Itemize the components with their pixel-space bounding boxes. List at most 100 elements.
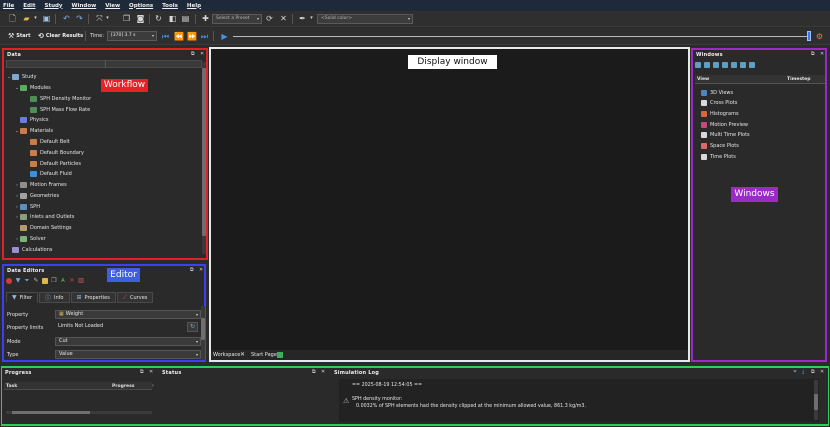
window-tool-icon[interactable] bbox=[695, 62, 701, 68]
tree-item[interactable]: Default Fluid bbox=[30, 169, 72, 179]
add-icon[interactable]: ✚ bbox=[201, 14, 210, 23]
rewind-icon[interactable]: ⏪ bbox=[174, 32, 184, 41]
sort-icon[interactable] bbox=[42, 278, 48, 284]
close-icon[interactable]: ✕ bbox=[820, 369, 824, 375]
float-icon[interactable]: ⧉ bbox=[140, 369, 144, 375]
tree-item[interactable]: › Geometries bbox=[14, 191, 59, 201]
time-select[interactable]: [370] 3.7 s ▾ bbox=[107, 31, 157, 41]
tree-item[interactable]: Default Particles bbox=[30, 159, 81, 169]
refresh-icon[interactable]: ⟳ bbox=[265, 14, 274, 23]
window-item[interactable]: 3D Views bbox=[701, 88, 733, 97]
camera-icon[interactable]: ◙ bbox=[136, 14, 145, 23]
window-tool-icon[interactable] bbox=[704, 62, 710, 68]
menu-tools[interactable]: Tools bbox=[162, 3, 178, 9]
window-tool-icon[interactable] bbox=[722, 62, 728, 68]
window-item[interactable]: Time Plots bbox=[701, 152, 736, 161]
column-header-timestep[interactable]: Timestep bbox=[787, 77, 810, 82]
tree-item[interactable]: ⌄ Modules bbox=[14, 83, 51, 93]
tree-item[interactable]: ⌄ Materials bbox=[14, 126, 53, 136]
tree-item[interactable]: Default Boundary bbox=[30, 148, 84, 158]
remove-icon[interactable]: ✕ bbox=[69, 278, 75, 284]
preset-select[interactable]: Select a Preset ▾ bbox=[212, 14, 262, 24]
log-scrollbar[interactable] bbox=[814, 380, 818, 420]
float-icon[interactable]: ⧉ bbox=[312, 369, 316, 375]
display-window[interactable]: Display window Workspace ✕ Start Page bbox=[209, 47, 690, 362]
window-tool-icon[interactable] bbox=[740, 62, 746, 68]
text-icon[interactable]: A bbox=[60, 278, 66, 284]
tree-scrollbar[interactable] bbox=[202, 62, 206, 254]
delete-all-icon[interactable]: ▥ bbox=[78, 278, 84, 284]
filter-icon[interactable]: ▼ bbox=[15, 278, 21, 284]
menu-study[interactable]: Study bbox=[44, 3, 62, 9]
tree-item[interactable]: › Motion Frames bbox=[14, 180, 67, 190]
close-icon[interactable]: ✕ bbox=[149, 369, 153, 375]
fast-forward-icon[interactable]: ⏩ bbox=[187, 32, 197, 41]
tree-item[interactable]: Calculations bbox=[12, 245, 53, 255]
window-item[interactable]: Space Plots bbox=[701, 141, 739, 150]
editor-scrollbar[interactable] bbox=[201, 306, 205, 360]
search-input[interactable] bbox=[6, 60, 202, 68]
property-select[interactable]: ▦ Weight ▾ bbox=[55, 310, 201, 319]
color-dropdown-icon[interactable]: ▾ bbox=[307, 14, 316, 23]
close-icon[interactable]: ✕ bbox=[321, 369, 325, 375]
menu-edit[interactable]: Edit bbox=[23, 3, 35, 9]
window-item[interactable]: Motion Preview bbox=[701, 120, 748, 129]
close-icon[interactable]: ✕ bbox=[279, 14, 288, 23]
rotate-view-icon[interactable]: ↻ bbox=[154, 14, 163, 23]
type-select[interactable]: Value ▾ bbox=[55, 350, 201, 359]
clear-results-button[interactable]: ⟲ Clear Results bbox=[38, 32, 83, 40]
mode-select[interactable]: Cut ▾ bbox=[55, 337, 201, 346]
tab-filter[interactable]: ▼ Filter bbox=[6, 292, 39, 303]
close-icon[interactable]: ✕ bbox=[820, 51, 824, 57]
window-tool-icon[interactable] bbox=[713, 62, 719, 68]
timeline-track[interactable] bbox=[233, 36, 808, 37]
float-icon[interactable]: ⧉ bbox=[191, 51, 195, 57]
color-select[interactable]: <Solid color> ▾ bbox=[317, 14, 413, 24]
open-dropdown-icon[interactable]: ▾ bbox=[31, 14, 40, 23]
menu-window[interactable]: Window bbox=[72, 3, 97, 9]
tree-item[interactable]: › Solver bbox=[14, 234, 46, 244]
record-icon[interactable] bbox=[6, 278, 12, 284]
start-button[interactable]: ⚒ Start bbox=[8, 32, 31, 40]
paint-icon[interactable]: ✎ bbox=[33, 278, 39, 284]
box-view-icon[interactable]: ◧ bbox=[168, 14, 177, 23]
play-icon[interactable]: ▶ bbox=[220, 32, 229, 41]
undo-icon[interactable]: ↶ bbox=[62, 14, 71, 23]
refresh-icon[interactable]: ↻ bbox=[187, 322, 198, 332]
column-header-task[interactable]: Task bbox=[6, 384, 17, 389]
close-icon[interactable]: ✕ bbox=[199, 267, 203, 273]
tree-item[interactable]: SPH Density Monitor bbox=[30, 94, 91, 104]
window-tool-icon[interactable] bbox=[749, 62, 755, 68]
menu-options[interactable]: Options bbox=[129, 3, 153, 9]
tab-start-page[interactable]: Start Page bbox=[251, 352, 277, 358]
window-item[interactable]: Multi Time Plots bbox=[701, 130, 750, 139]
first-frame-icon[interactable]: ⏮ bbox=[161, 32, 170, 41]
layers-icon[interactable]: ▤ bbox=[181, 14, 190, 23]
column-header-progress[interactable]: Progress bbox=[112, 384, 134, 389]
scrollbar-thumb[interactable] bbox=[201, 318, 205, 340]
chevron-right-icon[interactable]: › bbox=[152, 383, 154, 389]
color-picker-icon[interactable]: ✒ bbox=[298, 14, 307, 23]
save-icon[interactable]: ▣ bbox=[42, 14, 51, 23]
close-icon[interactable]: ✕ bbox=[240, 351, 245, 358]
timeline-thumb[interactable] bbox=[807, 31, 811, 41]
tab-properties[interactable]: ⊞ Properties bbox=[70, 292, 116, 303]
tree-item[interactable]: › SPH bbox=[14, 202, 40, 212]
transform-dropdown-icon[interactable]: ▾ bbox=[103, 14, 112, 23]
menu-help[interactable]: Help bbox=[187, 3, 201, 9]
tree-item[interactable]: Default Belt bbox=[30, 137, 70, 147]
scrollbar-thumb[interactable] bbox=[814, 394, 818, 410]
tree-item[interactable]: › Inlets and Outlets bbox=[14, 212, 74, 222]
funnel-icon[interactable]: ⏷ bbox=[24, 278, 30, 284]
redo-icon[interactable]: ↷ bbox=[75, 14, 84, 23]
settings-icon[interactable]: ⚙ bbox=[815, 32, 824, 41]
scroll-to-end-icon[interactable]: ⤓ bbox=[802, 369, 804, 375]
tab-workspace[interactable]: Workspace bbox=[213, 352, 240, 358]
window-tool-icon[interactable] bbox=[731, 62, 737, 68]
new-file-icon[interactable]: 🗋 bbox=[8, 14, 17, 23]
scrollbar-thumb[interactable] bbox=[202, 68, 206, 236]
float-icon[interactable]: ⧉ bbox=[811, 369, 815, 375]
float-icon[interactable]: ⧉ bbox=[811, 51, 815, 57]
window-item[interactable]: Cross Plots bbox=[701, 98, 737, 107]
open-folder-icon[interactable]: ▰ bbox=[22, 14, 31, 23]
